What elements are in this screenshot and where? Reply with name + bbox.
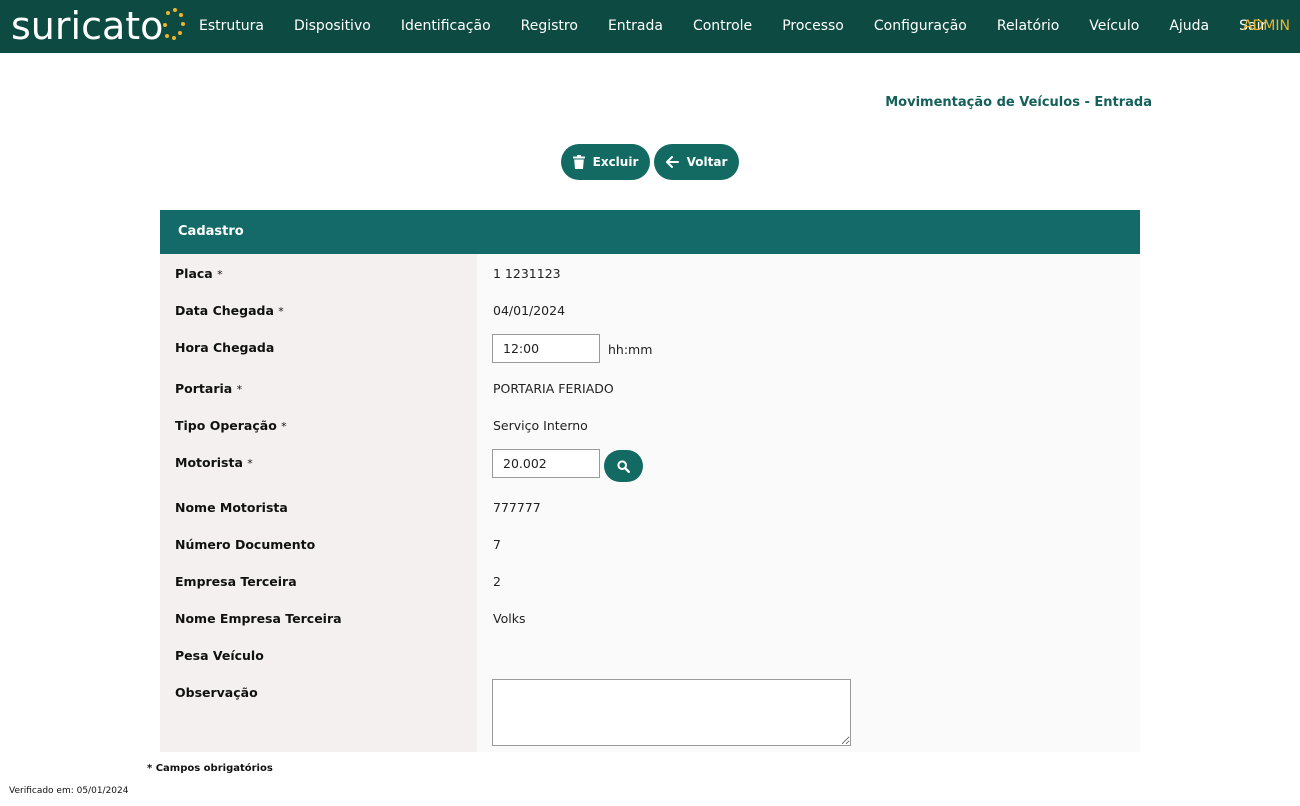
menu-controle[interactable]: Controle — [678, 0, 767, 53]
panel-title: Cadastro — [160, 210, 1140, 254]
numero-documento-value: 7 — [493, 537, 501, 552]
menu-processo[interactable]: Processo — [767, 0, 859, 53]
tipo-operacao-label-text: Tipo Operação — [175, 418, 277, 433]
menu-relatorio[interactable]: Relatório — [982, 0, 1074, 53]
user-name[interactable]: ADMIN — [1243, 0, 1290, 53]
delete-button[interactable]: Excluir — [561, 144, 650, 180]
menu-configuracao[interactable]: Configuração — [859, 0, 982, 53]
tipo-operacao-value: Serviço Interno — [493, 418, 588, 433]
placa-label-text: Placa — [175, 266, 213, 281]
search-icon — [617, 459, 630, 473]
data-chegada-value: 04/01/2024 — [493, 303, 566, 318]
menu-dispositivo[interactable]: Dispositivo — [279, 0, 386, 53]
nome-empresa-terceira-label: Nome Empresa Terceira — [175, 611, 342, 626]
hora-chegada-label-text: Hora Chegada — [175, 340, 275, 355]
nome-motorista-label: Nome Motorista — [175, 500, 288, 515]
form-body: Placa * 1 1231123 Data Chegada * 04/01/2… — [160, 254, 1140, 752]
suricato-logo[interactable]: suricato — [11, 4, 186, 48]
data-chegada-label: Data Chegada * — [175, 303, 284, 318]
menu-veiculo[interactable]: Veículo — [1074, 0, 1154, 53]
nome-empresa-terceira-value: Volks — [493, 611, 526, 626]
motorista-label-text: Motorista — [175, 455, 243, 470]
motorista-required-mark: * — [247, 457, 253, 470]
data-chegada-required-mark: * — [278, 305, 284, 318]
portaria-label: Portaria * — [175, 381, 242, 396]
menu-ajuda[interactable]: Ajuda — [1154, 0, 1224, 53]
arrow-left-icon — [665, 156, 679, 168]
placa-label: Placa * — [175, 266, 223, 281]
observacao-textarea[interactable] — [492, 679, 851, 746]
menu-identificacao[interactable]: Identificação — [386, 0, 506, 53]
top-navbar: suricato Estrutura Dispositivo Identific… — [0, 0, 1300, 53]
menu-entrada[interactable]: Entrada — [593, 0, 678, 53]
hora-chegada-input[interactable] — [492, 334, 600, 363]
tipo-operacao-label: Tipo Operação * — [175, 418, 287, 433]
placa-value: 1 1231123 — [493, 266, 561, 281]
menu-registro[interactable]: Registro — [506, 0, 593, 53]
data-chegada-label-text: Data Chegada — [175, 303, 274, 318]
required-fields-note: * Campos obrigatórios — [147, 763, 273, 774]
hora-chegada-label: Hora Chegada — [175, 340, 274, 355]
verified-date: Verificado em: 05/01/2024 — [9, 786, 129, 796]
portaria-label-text: Portaria — [175, 381, 233, 396]
trash-icon — [572, 155, 585, 169]
portaria-value: PORTARIA FERIADO — [493, 381, 614, 396]
motorista-search-button[interactable] — [604, 450, 643, 482]
hora-format-hint: hh:mm — [608, 342, 653, 357]
menu-estrutura[interactable]: Estrutura — [184, 0, 279, 53]
portaria-required-mark: * — [236, 383, 243, 396]
motorista-input[interactable] — [492, 449, 600, 478]
observacao-label: Observação — [175, 685, 258, 700]
back-button-label: Voltar — [686, 155, 728, 169]
nome-motorista-value: 777777 — [493, 500, 541, 515]
page-title: Movimentação de Veículos - Entrada — [885, 95, 1152, 110]
logo-text: suricato — [11, 4, 164, 48]
back-button[interactable]: Voltar — [654, 144, 739, 180]
numero-documento-label: Número Documento — [175, 537, 316, 552]
delete-button-label: Excluir — [592, 155, 639, 169]
empresa-terceira-label: Empresa Terceira — [175, 574, 297, 589]
empresa-terceira-value: 2 — [493, 574, 501, 589]
motorista-label: Motorista * — [175, 455, 253, 470]
placa-required-mark: * — [217, 268, 223, 281]
pesa-veiculo-label: Pesa Veículo — [175, 648, 264, 663]
main-menu: Estrutura Dispositivo Identificação Regi… — [184, 0, 1281, 53]
cadastro-panel: Cadastro Placa * 1 1231123 Data Chegada … — [160, 210, 1140, 752]
tipo-operacao-required-mark: * — [281, 420, 287, 433]
